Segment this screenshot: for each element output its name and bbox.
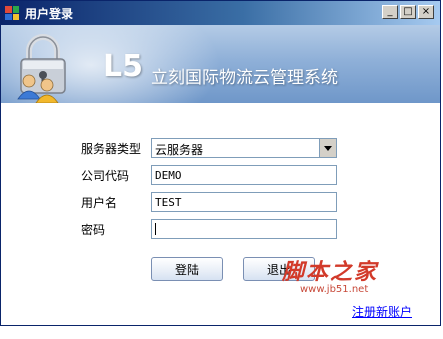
brand-logo: L5 (103, 49, 143, 84)
title-bar[interactable]: 用户登录 _ □ × (1, 1, 440, 25)
company-code-field[interactable]: DEMO (151, 165, 337, 185)
header-banner: L5 立刻国际物流云管理系统 (1, 25, 440, 103)
minimize-button[interactable]: _ (382, 5, 398, 19)
system-name: 立刻国际物流云管理系统 (151, 68, 338, 88)
server-type-value: 云服务器 (155, 143, 204, 157)
window-title: 用户登录 (25, 6, 74, 21)
text-cursor (155, 223, 156, 235)
register-link[interactable]: 注册新账户 (352, 303, 412, 320)
close-button[interactable]: × (418, 5, 434, 19)
username-field[interactable]: TEST (151, 192, 337, 212)
lock-users-icon (17, 34, 66, 103)
login-button[interactable]: 登陆 (151, 257, 223, 281)
exit-button[interactable]: 退出 (243, 257, 315, 281)
chevron-down-icon[interactable] (319, 139, 336, 157)
server-type-select[interactable]: 云服务器 (151, 138, 337, 158)
password-label: 密码 (81, 223, 106, 237)
server-type-label: 服务器类型 (81, 142, 142, 156)
maximize-button[interactable]: □ (400, 5, 416, 19)
username-label: 用户名 (81, 196, 118, 210)
company-code-label: 公司代码 (81, 169, 130, 183)
login-form: 服务器类型 云服务器 公司代码 DEMO 用户名 TEST 密码 登陆 退出 注… (1, 103, 440, 325)
password-field[interactable] (151, 219, 337, 239)
window-controls: _ □ × (382, 5, 434, 19)
bottom-strip (0, 326, 443, 339)
login-window: 用户登录 _ □ × L5 立刻国际物流云管理系统 服务器类型 云服务器 公司代… (0, 0, 441, 326)
app-icon (5, 6, 19, 20)
